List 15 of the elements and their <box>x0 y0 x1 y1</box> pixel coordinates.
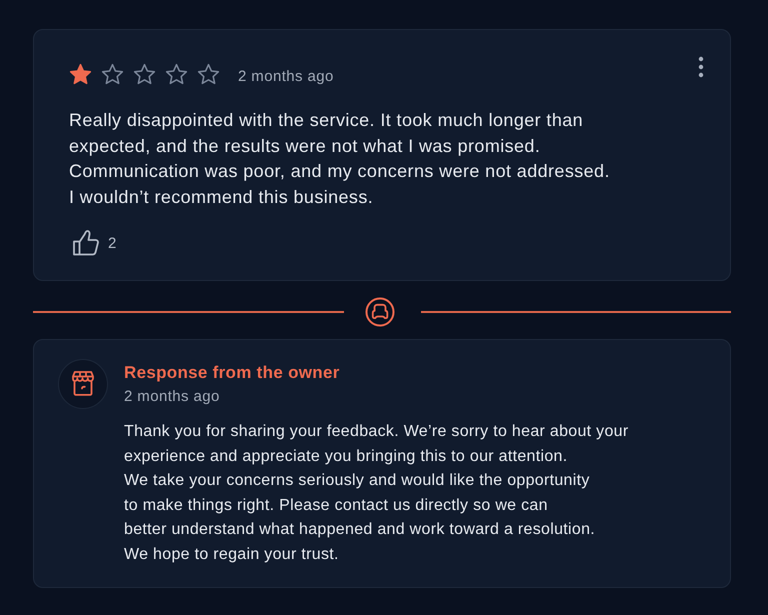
empty-star-icon <box>101 62 124 86</box>
response-text: Thank you for sharing your feedback. We’re sorry to hear about your experience and appreciate you bringing this to our attention. We take your concerns seriously and would like the opportunity to make things right. Please contact us directly so we can better understand what happened and work toward a resolution. We hope to regain your trust. <box>124 422 628 564</box>
empty-star-icon <box>165 62 188 86</box>
more-options-icon[interactable] <box>698 56 704 78</box>
response-title: Response from the owner <box>124 363 340 383</box>
review-time: 2 months ago <box>238 66 334 84</box>
empty-star-icon <box>197 62 220 86</box>
empty-star-icon <box>133 62 156 86</box>
response-time: 2 months ago <box>124 387 220 407</box>
store-icon <box>58 359 108 409</box>
armchair-icon <box>364 297 394 327</box>
filled-star-icon <box>69 62 92 86</box>
like-button[interactable]: 2 <box>72 229 116 257</box>
thumbs-up-icon <box>72 229 100 257</box>
review-text: Really disappointed with the service. It took much longer than expected, and the results were not what I was promised. Communication was poor, and my concerns were not addressed. I wouldn’t recommend this business. <box>69 109 611 208</box>
